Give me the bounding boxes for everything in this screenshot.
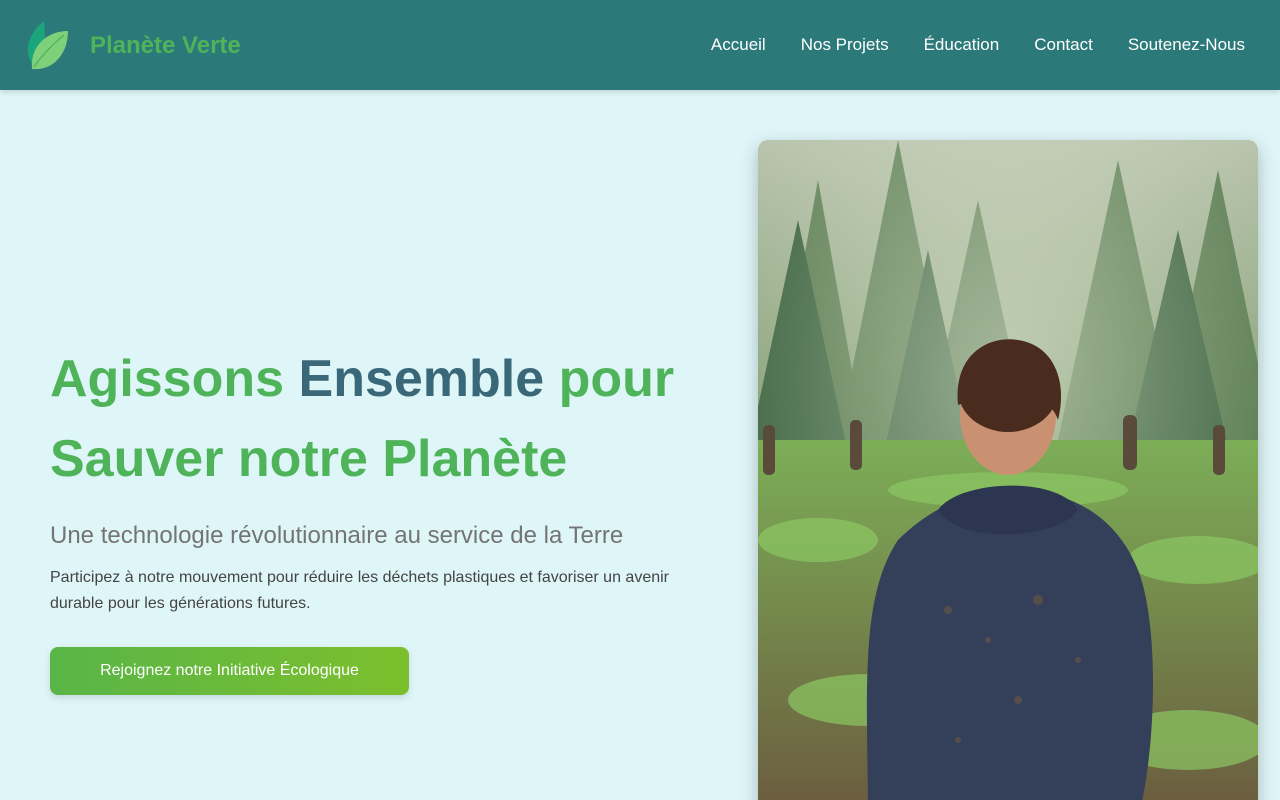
hero-title-part1: Agissons bbox=[50, 350, 285, 408]
hero-subtitle: Une technologie révolutionnaire au servi… bbox=[50, 522, 624, 549]
hero-title: Agissons Ensemble pour Sauver notre Plan… bbox=[50, 339, 730, 499]
brand-name[interactable]: Planète Verte bbox=[90, 32, 241, 60]
leaf-icon[interactable] bbox=[22, 19, 70, 71]
nav-item-education[interactable]: Éducation bbox=[924, 34, 1000, 56]
hero-title-part2: Ensemble bbox=[298, 350, 545, 408]
nav-item-soutenez-nous[interactable]: Soutenez-Nous bbox=[1128, 34, 1245, 56]
hero-description: Participez à notre mouvement pour réduir… bbox=[50, 569, 669, 612]
nav-item-contact[interactable]: Contact bbox=[1034, 34, 1093, 56]
join-initiative-button[interactable]: Rejoignez notre Initiative Écologique bbox=[50, 647, 409, 695]
nav-item-accueil[interactable]: Accueil bbox=[711, 34, 766, 56]
hero-photo bbox=[758, 140, 1258, 800]
nav-item-nos-projets[interactable]: Nos Projets bbox=[801, 34, 889, 56]
main-nav: Accueil Nos Projets Éducation Contact So… bbox=[711, 34, 1245, 56]
site-header: Planète Verte Accueil Nos Projets Éducat… bbox=[0, 0, 1280, 90]
